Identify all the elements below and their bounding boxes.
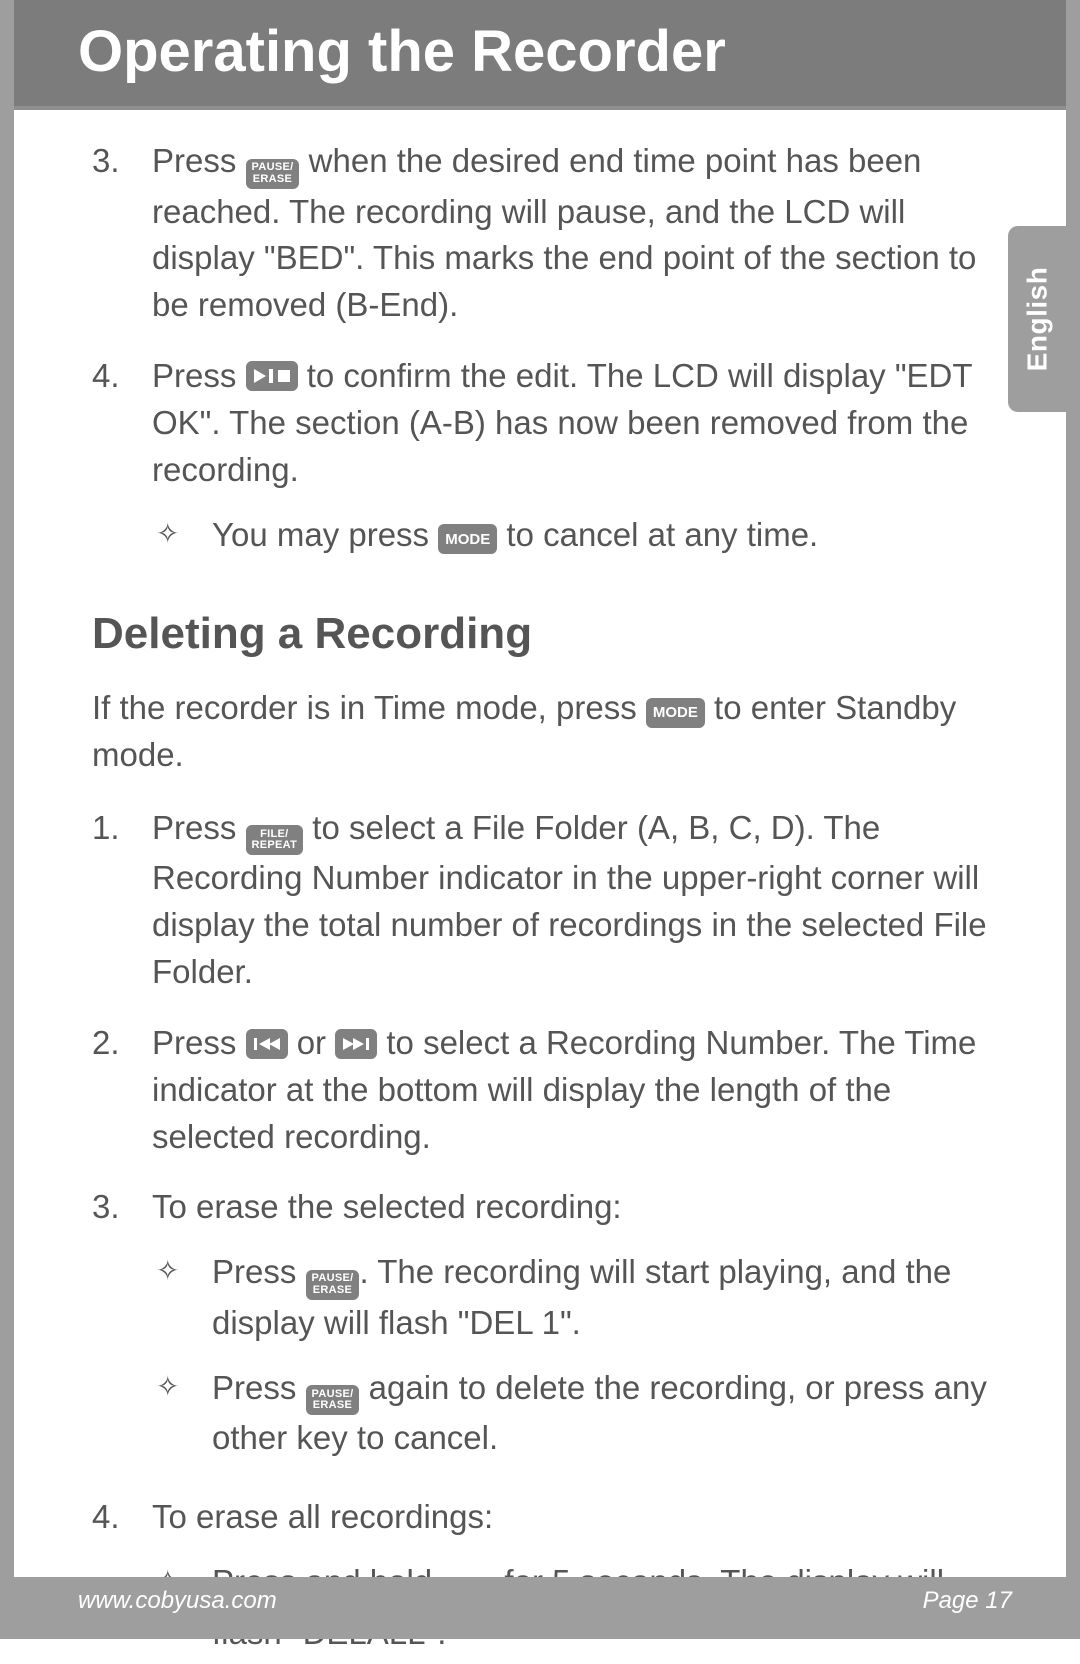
page-header: Operating the Recorder [0,0,1080,110]
language-label: English [1021,267,1053,372]
text: Press [212,1369,306,1406]
sub-list-item: ✧ You may press MODE to cancel at any ti… [152,512,988,559]
text: Press [152,142,246,179]
sub-body: Press PAUSE/ERASE again to delete the re… [212,1365,988,1462]
diamond-bullet-icon: ✧ [152,1249,212,1346]
text: You may press [212,516,438,553]
play-stop-button-icon [246,361,298,391]
intro-paragraph: If the recorder is in Time mode, press M… [92,685,988,779]
language-tab: English [1008,226,1066,412]
text: To erase the selected recording: [152,1188,622,1225]
list-number: 3. [92,138,152,329]
text: or [288,1024,336,1061]
diamond-bullet-icon: ✧ [152,512,212,559]
text: Press [152,1024,246,1061]
text: To erase all recordings: [152,1498,493,1535]
sub-body: Press PAUSE/ERASE. The recording will st… [212,1249,988,1346]
list-item: 3. Press PAUSE/ERASE when the desired en… [92,138,988,329]
list-body: Press or to select a Recording Number. T… [152,1020,988,1161]
prev-track-button-icon [246,1029,288,1059]
list-number: 4. [92,353,152,566]
page-content: 3. Press PAUSE/ERASE when the desired en… [0,110,1080,1664]
text: Press [152,357,246,394]
page-footer: www.cobyusa.com Page 17 [14,1577,1066,1625]
footer-page-number: Page 17 [923,1587,1012,1615]
next-track-button-icon [335,1029,377,1059]
list-body: Press PAUSE/ERASE when the desired end t… [152,138,988,329]
list-number: 1. [92,805,152,996]
sub-list-item: ✧ Press PAUSE/ERASE. The recording will … [152,1249,988,1346]
diamond-bullet-icon: ✧ [152,1365,212,1462]
sub-body: You may press MODE to cancel at any time… [212,512,988,559]
list-number: 3. [92,1184,152,1470]
list-body: Press FILE/REPEAT to select a File Folde… [152,805,988,996]
pause-erase-button-icon: PAUSE/ERASE [246,159,300,189]
pause-erase-button-icon: PAUSE/ERASE [306,1270,360,1300]
list-number: 2. [92,1020,152,1161]
list-body: To erase the selected recording: ✧ Press… [152,1184,988,1470]
mode-button-icon: MODE [438,524,497,554]
page-title: Operating the Recorder [78,18,1080,85]
list-item: 3. To erase the selected recording: ✧ Pr… [92,1184,988,1470]
sub-list-item: ✧ Press PAUSE/ERASE again to delete the … [152,1365,988,1462]
section-heading: Deleting a Recording [92,603,988,665]
text: If the recorder is in Time mode, press [92,689,646,726]
text: Press [152,809,246,846]
list-body: Press to confirm the edit. The LCD will … [152,353,988,566]
footer-url: www.cobyusa.com [78,1587,277,1615]
list-item: 2. Press or to select a Recording Number… [92,1020,988,1161]
file-repeat-button-icon: FILE/REPEAT [246,825,304,855]
list-item: 4. Press to confirm the edit. The LCD wi… [92,353,988,566]
text: Press [212,1253,306,1290]
pause-erase-button-icon: PAUSE/ERASE [306,1385,360,1415]
mode-button-icon: MODE [646,698,705,728]
list-item: 1. Press FILE/REPEAT to select a File Fo… [92,805,988,996]
text: to cancel at any time. [497,516,818,553]
